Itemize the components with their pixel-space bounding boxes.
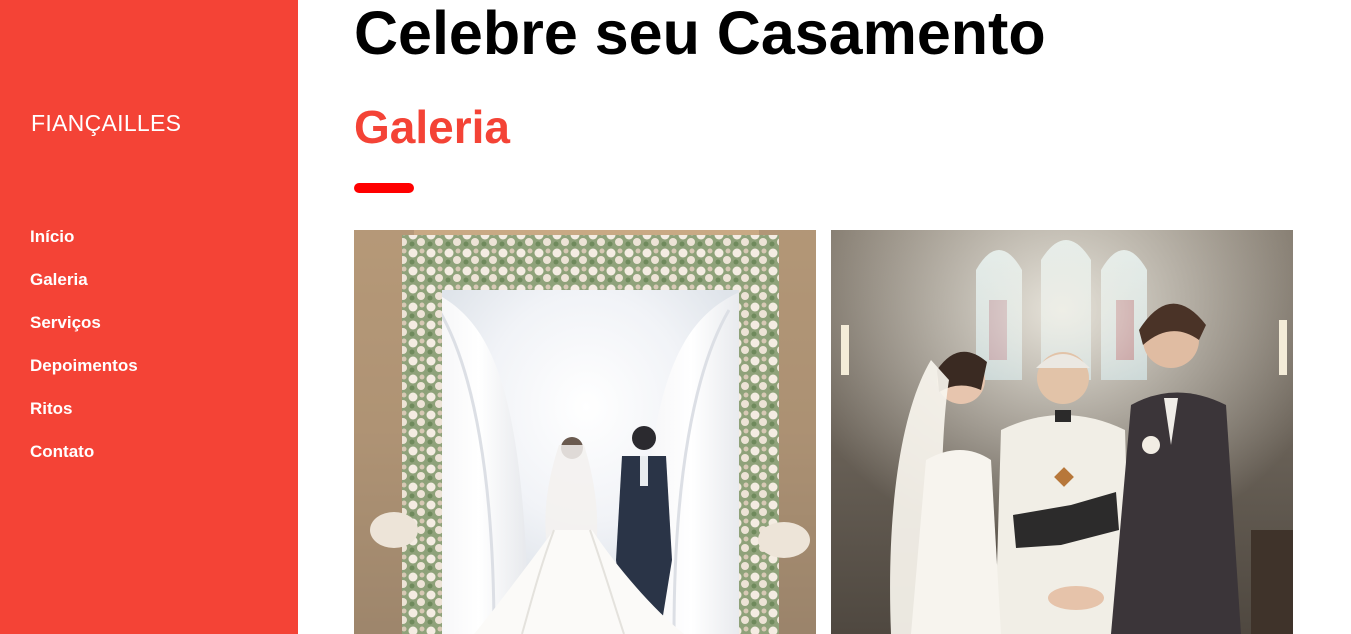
title-divider bbox=[354, 183, 414, 193]
sidebar-item-contato[interactable]: Contato bbox=[30, 441, 138, 484]
sidebar-item-depoimentos[interactable]: Depoimentos bbox=[30, 355, 138, 398]
floral-arch-wedding-photo bbox=[354, 230, 816, 634]
gallery-image-church-ceremony[interactable] bbox=[831, 230, 1293, 634]
sidebar-item-servicos[interactable]: Serviços bbox=[30, 312, 138, 355]
sidebar-nav: Início Galeria Serviços Depoimentos Rito… bbox=[30, 226, 138, 484]
church-ceremony-photo bbox=[831, 230, 1293, 634]
page-title: Celebre seu Casamento bbox=[354, 0, 1046, 67]
sidebar: FIANÇAILLES Início Galeria Serviços Depo… bbox=[0, 0, 298, 634]
brand-logo[interactable]: FIANÇAILLES bbox=[31, 110, 181, 137]
gallery-image-floral-arch[interactable] bbox=[354, 230, 816, 634]
sidebar-item-ritos[interactable]: Ritos bbox=[30, 398, 138, 441]
sidebar-item-galeria[interactable]: Galeria bbox=[30, 269, 138, 312]
section-title: Galeria bbox=[354, 101, 510, 153]
main-content: Celebre seu Casamento Galeria bbox=[354, 0, 1294, 634]
sidebar-item-inicio[interactable]: Início bbox=[30, 226, 138, 269]
